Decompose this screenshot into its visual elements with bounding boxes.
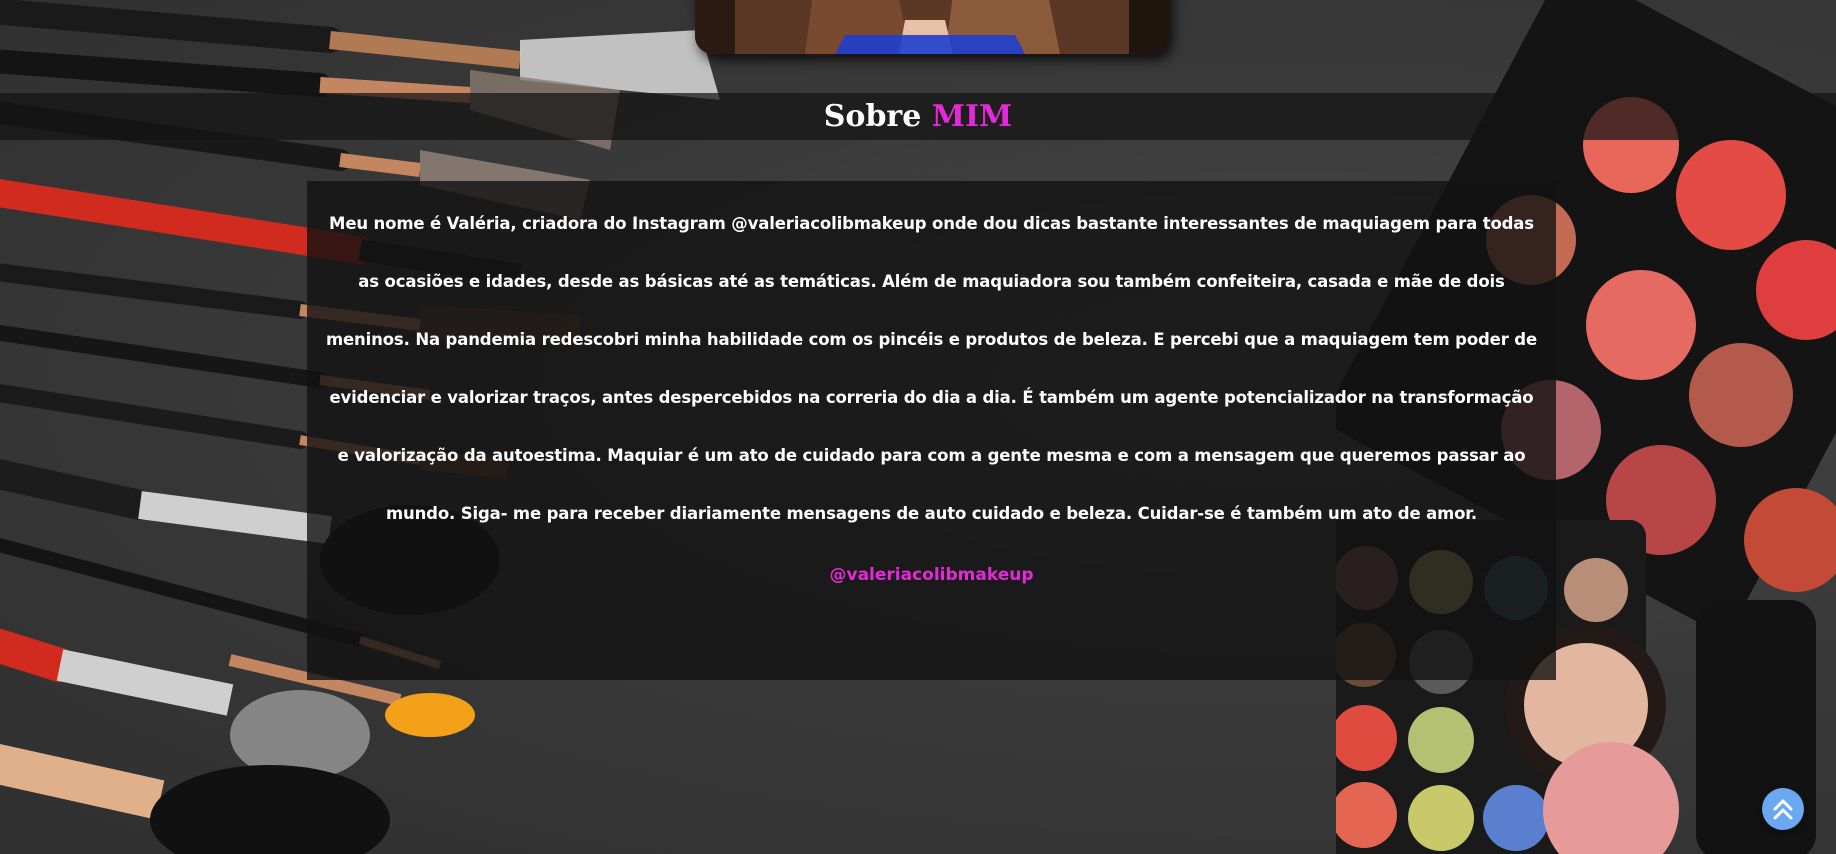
- instagram-link[interactable]: @valeriacolibmakeup: [829, 565, 1033, 585]
- about-text-box: Meu nome é Valéria, criadora do Instagra…: [307, 181, 1556, 680]
- back-to-top-button[interactable]: [1762, 788, 1804, 830]
- section-title-band: Sobre MIM: [0, 93, 1836, 140]
- profile-photo: [695, 0, 1169, 54]
- about-paragraph: Meu nome é Valéria, criadora do Instagra…: [325, 214, 1538, 523]
- double-chevron-up-icon: [1773, 799, 1793, 820]
- about-section: Sobre MIM Meu nome é Valéria, criadora d…: [0, 0, 1836, 854]
- section-title-accent: MIM: [931, 99, 1013, 134]
- section-title-text: Sobre: [823, 99, 922, 134]
- profile-photo-image: [695, 0, 1169, 54]
- section-title: Sobre MIM: [0, 93, 1836, 140]
